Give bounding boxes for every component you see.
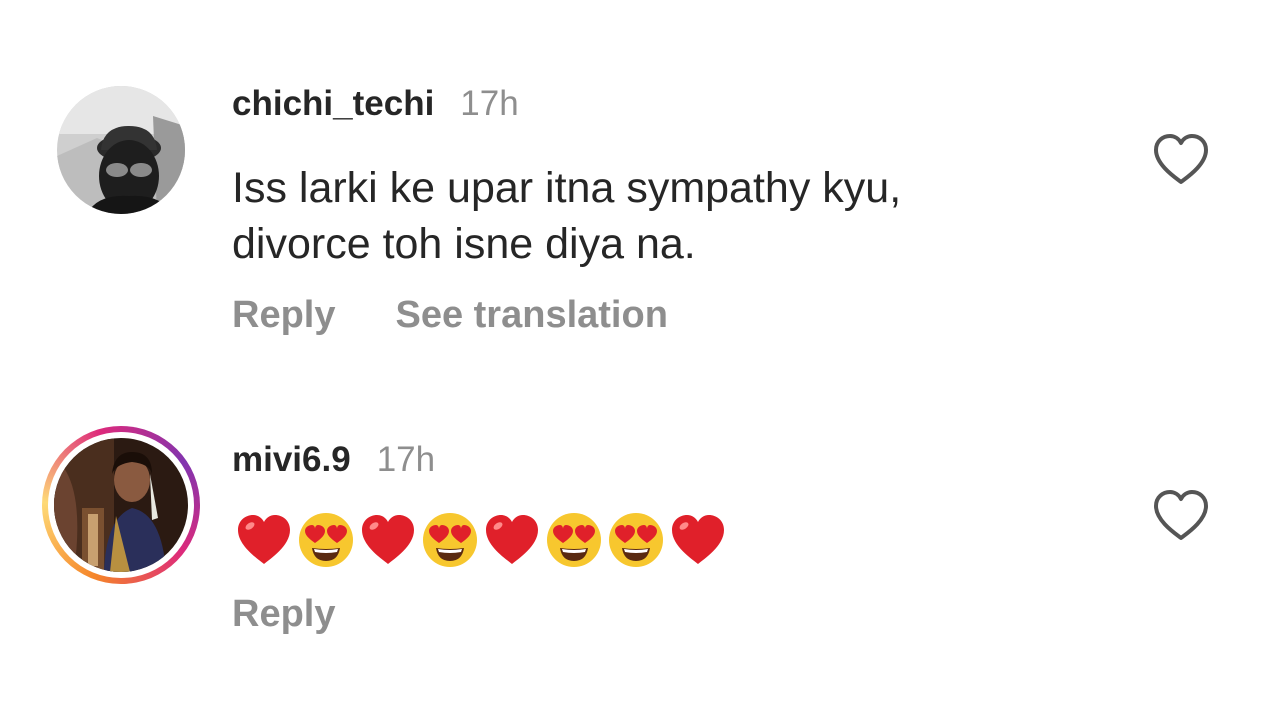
- heart-outline-icon: [1154, 134, 1208, 184]
- see-translation-button[interactable]: See translation: [395, 294, 667, 337]
- comment-text-line: Iss larki ke upar itna sympathy kyu,: [232, 164, 902, 212]
- story-ring[interactable]: [42, 426, 200, 584]
- reply-button[interactable]: Reply: [232, 593, 335, 636]
- comment-meta: mivi6.9 17h: [232, 440, 435, 480]
- comment-text-line: divorce toh isne diya na.: [232, 220, 696, 268]
- heart-eyes-emoji-icon: [299, 513, 353, 567]
- comment-item: chichi_techi 17h Iss larki ke upar itna …: [0, 0, 1280, 400]
- heart-eyes-emoji-icon: [423, 513, 477, 567]
- reply-button[interactable]: Reply: [232, 294, 335, 337]
- like-button[interactable]: [1152, 132, 1210, 186]
- comment-item: mivi6.9 17h Reply: [0, 400, 1280, 720]
- avatar[interactable]: [57, 86, 185, 214]
- username[interactable]: chichi_techi: [232, 84, 434, 124]
- red-heart-emoji-icon: [362, 515, 414, 564]
- comment-time: 17h: [460, 84, 519, 123]
- heart-eyes-emoji-icon: [609, 513, 663, 567]
- red-heart-emoji-icon: [486, 515, 538, 564]
- comment-text: Iss larki ke upar itna sympathy kyu, div…: [232, 160, 1112, 272]
- heart-eyes-emoji-icon: [547, 513, 601, 567]
- avatar[interactable]: [54, 438, 188, 572]
- comment-actions: Reply See translation: [232, 294, 668, 337]
- username[interactable]: mivi6.9: [232, 440, 351, 480]
- emoji-row: [234, 510, 728, 570]
- red-heart-emoji-icon: [672, 515, 724, 564]
- comment-time: 17h: [376, 440, 436, 479]
- masked-person-avatar-icon: [57, 86, 185, 214]
- comment-meta: chichi_techi 17h: [232, 84, 519, 124]
- red-heart-emoji-icon: [238, 515, 290, 564]
- heart-outline-icon: [1154, 490, 1208, 540]
- comment-actions: Reply: [232, 593, 335, 636]
- like-button[interactable]: [1152, 488, 1210, 542]
- woman-portrait-avatar-icon: [54, 438, 188, 572]
